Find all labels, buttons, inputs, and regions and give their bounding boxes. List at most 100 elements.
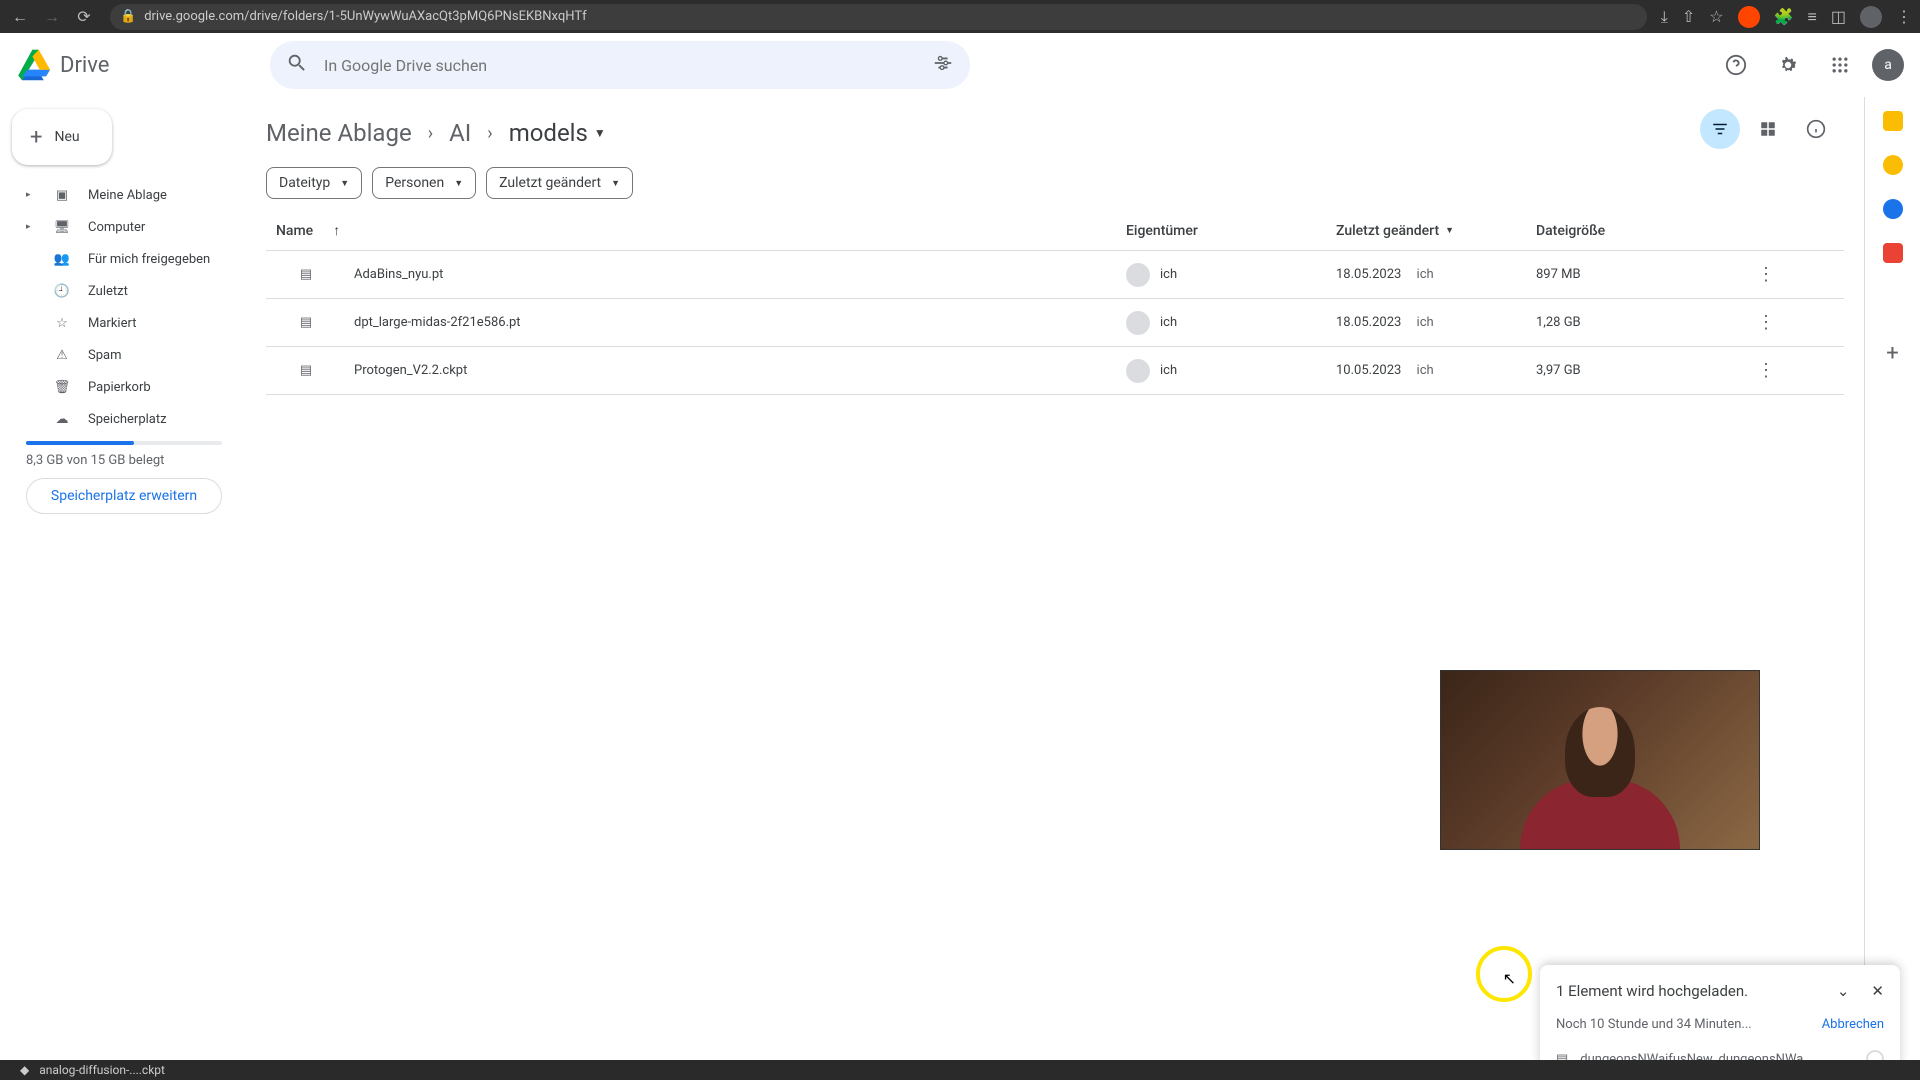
url-bar[interactable]: 🔒 drive.google.com/drive/folders/1-5UnWy… (110, 4, 1647, 30)
profile-icon[interactable] (1860, 6, 1882, 28)
column-size[interactable]: Dateigröße (1536, 223, 1746, 239)
drive-header: Drive a (0, 33, 1920, 97)
sidebar-item-speicherplatz[interactable]: ☁Speicherplatz (8, 403, 240, 435)
menu-icon[interactable]: ⋮ (1896, 7, 1912, 26)
sidebar-item-spam[interactable]: ⚠Spam (8, 339, 240, 371)
sidebar-item-meine-ablage[interactable]: ▸▣Meine Ablage (8, 179, 240, 211)
file-name: dpt_large-midas-2f21e586.pt (354, 315, 521, 330)
collapse-icon[interactable]: ⌄ (1837, 982, 1850, 1000)
sidebar-item-computer[interactable]: ▸ 🖥 Computer (8, 211, 240, 243)
extension-icons: ⤓ ⇧ ☆ 🧩 ≡ ◫ ⋮ (1661, 6, 1912, 28)
nav-icon: 🗑 (52, 380, 72, 395)
share-icon[interactable]: ⇧ (1682, 7, 1695, 26)
breadcrumb-root[interactable]: Meine Ablage (266, 119, 412, 147)
nav-reload-icon[interactable]: ⟳ (72, 5, 96, 29)
keep-icon[interactable] (1883, 155, 1903, 175)
row-menu-icon[interactable]: ⋮ (1746, 360, 1786, 381)
filter-label: Dateityp (279, 175, 330, 191)
file-icon: ▤ (296, 265, 316, 285)
row-menu-icon[interactable]: ⋮ (1746, 264, 1786, 285)
modified-by: ich (1417, 267, 1434, 282)
file-size: 3,97 GB (1536, 363, 1746, 378)
new-button-label: Neu (54, 129, 79, 145)
owner-name: ich (1160, 267, 1177, 282)
extension-reddit-icon[interactable] (1738, 6, 1760, 28)
nav-forward-icon[interactable]: → (40, 5, 64, 29)
sidebar-item-für-mich-freigegeben[interactable]: 👥Für mich freigegeben (8, 243, 240, 275)
star-icon[interactable]: ☆ (1709, 7, 1723, 26)
table-header: Name ↑ Eigentümer Zuletzt geändert ▼ Dat… (266, 211, 1844, 251)
apps-grid-icon[interactable] (1820, 45, 1860, 85)
column-modified[interactable]: Zuletzt geändert ▼ (1336, 223, 1536, 239)
storage-text: 8,3 GB von 15 GB belegt (26, 453, 222, 468)
search-input[interactable] (324, 56, 916, 75)
calendar-icon[interactable] (1883, 111, 1903, 131)
download-file-icon: ◆ (20, 1063, 29, 1077)
new-button[interactable]: + Neu (12, 109, 112, 165)
upload-title: 1 Element wird hochgeladen. (1556, 982, 1827, 1000)
expand-icon: ▸ (26, 222, 36, 232)
filter-label: Personen (385, 175, 444, 191)
file-size: 1,28 GB (1536, 315, 1746, 330)
sidebar-item-zuletzt[interactable]: 🕘Zuletzt (8, 275, 240, 307)
file-row[interactable]: ▤ dpt_large-midas-2f21e586.pt ich 18.05.… (266, 299, 1844, 347)
nav-icon: ☆ (52, 316, 72, 331)
sidebar-item-papierkorb[interactable]: 🗑Papierkorb (8, 371, 240, 403)
sort-arrow-up-icon[interactable]: ↑ (333, 222, 340, 239)
nav-icon: ⚠ (52, 348, 72, 363)
settings-bars-icon[interactable]: ≡ (1808, 7, 1817, 27)
chevron-right-icon: › (428, 123, 433, 144)
sidebar-item-label: Computer (88, 220, 145, 235)
nav-icon: ▣ (52, 188, 72, 203)
file-icon: ▤ (296, 313, 316, 333)
file-icon: ▤ (296, 361, 316, 381)
file-size: 897 MB (1536, 267, 1746, 282)
breadcrumb-item[interactable]: AI (449, 119, 471, 147)
drive-logo[interactable]: Drive (16, 48, 246, 82)
gear-icon[interactable] (1768, 45, 1808, 85)
dropdown-icon: ▼ (611, 178, 620, 189)
expand-icon: ▸ (26, 190, 36, 200)
file-row[interactable]: ▤ AdaBins_nyu.pt ich 18.05.2023 ich 897 … (266, 251, 1844, 299)
download-file-name[interactable]: analog-diffusion-....ckpt (39, 1063, 165, 1077)
breadcrumb-current-label: models (509, 119, 588, 147)
grid-view-icon[interactable] (1748, 109, 1788, 149)
install-icon[interactable]: ⤓ (1661, 7, 1668, 27)
nav-icon: 🖥 (52, 220, 72, 235)
nav-icon: ☁ (52, 412, 72, 427)
extensions-icon[interactable]: 🧩 (1774, 7, 1794, 26)
filter-chip-personen[interactable]: Personen▼ (372, 167, 476, 199)
filter-toggle-icon[interactable] (1700, 109, 1740, 149)
tasks-icon[interactable] (1883, 199, 1903, 219)
sidebar-item-label: Zuletzt (88, 284, 128, 299)
account-avatar[interactable]: a (1872, 49, 1904, 81)
help-icon[interactable] (1716, 45, 1756, 85)
nav-icon: 👥 (52, 252, 72, 267)
row-menu-icon[interactable]: ⋮ (1746, 312, 1786, 333)
search-options-icon[interactable] (932, 52, 954, 78)
storage-bar (26, 441, 222, 445)
owner-avatar (1126, 359, 1150, 383)
side-panel: + (1864, 97, 1920, 1080)
close-icon[interactable]: ✕ (1871, 982, 1884, 1000)
search-icon (286, 52, 308, 78)
column-name[interactable]: Name (276, 223, 313, 239)
dropdown-icon: ▼ (594, 126, 606, 140)
content-area: Meine Ablage › AI › models ▼ Dateityp▼Pe… (256, 97, 1864, 1080)
upgrade-storage-button[interactable]: Speicherplatz erweitern (26, 478, 222, 514)
column-owner[interactable]: Eigentümer (1126, 223, 1336, 239)
upload-cancel-button[interactable]: Abbrechen (1822, 1017, 1884, 1032)
filter-chip-dateityp[interactable]: Dateityp▼ (266, 167, 362, 199)
add-panel-icon[interactable]: + (1886, 341, 1898, 366)
info-icon[interactable] (1796, 109, 1836, 149)
breadcrumb-current[interactable]: models ▼ (509, 119, 606, 147)
sidebar-item-markiert[interactable]: ☆Markiert (8, 307, 240, 339)
nav-back-icon[interactable]: ← (8, 5, 32, 29)
browser-toolbar: ← → ⟳ 🔒 drive.google.com/drive/folders/1… (0, 0, 1920, 33)
sidepanel-icon[interactable]: ◫ (1831, 7, 1846, 26)
webcam-overlay (1440, 670, 1760, 850)
file-row[interactable]: ▤ Protogen_V2.2.ckpt ich 10.05.2023 ich … (266, 347, 1844, 395)
search-bar[interactable] (270, 41, 970, 89)
contacts-icon[interactable] (1883, 243, 1903, 263)
filter-chip-zuletzt-geändert[interactable]: Zuletzt geändert▼ (486, 167, 633, 199)
